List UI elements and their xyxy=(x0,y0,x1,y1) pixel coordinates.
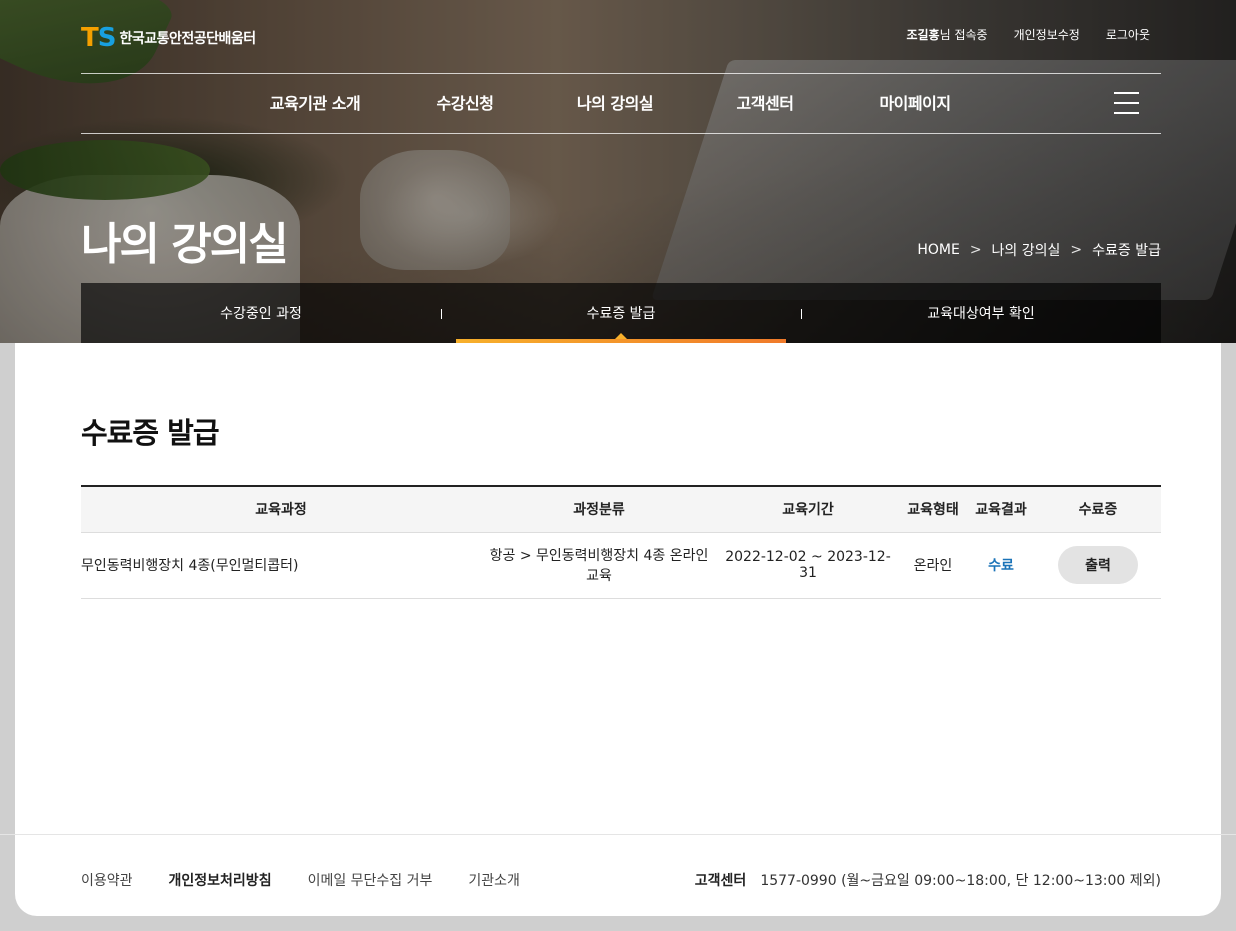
breadcrumb: HOME > 나의 강의실 > 수료증 발급 xyxy=(917,240,1161,260)
header-certificate: 수료증 xyxy=(1035,486,1161,533)
footer-privacy-link[interactable]: 개인정보처리방침 xyxy=(169,870,272,890)
header-result: 교육결과 xyxy=(967,486,1035,533)
hero-banner: TS 한국교통안전공단배움터 조길홍님 접속중 개인정보수정 로그아웃 교육기관… xyxy=(0,0,1236,343)
footer-email-refusal-link[interactable]: 이메일 무단수집 거부 xyxy=(308,870,433,890)
header-type: 교육형태 xyxy=(899,486,967,533)
footer-divider xyxy=(0,834,1236,835)
nav-item-support[interactable]: 고객센터 xyxy=(690,90,840,114)
nav-item-institution[interactable]: 교육기관 소개 xyxy=(240,90,390,114)
nav-divider xyxy=(81,73,1161,74)
main-nav: 교육기관 소개 수강신청 나의 강의실 고객센터 마이페이지 xyxy=(240,90,990,114)
user-status: 조길홍님 접속중 xyxy=(906,28,988,42)
header-course: 교육과정 xyxy=(81,486,481,533)
sub-tabs: 수강중인 과정 수료증 발급 교육대상여부 확인 xyxy=(81,283,1161,343)
breadcrumb-current: 수료증 발급 xyxy=(1092,243,1161,259)
logout-link[interactable]: 로그아웃 xyxy=(1106,26,1150,43)
hamburger-menu-icon[interactable] xyxy=(1114,92,1139,114)
table-row: 무인동력비행장치 4종(무인멀티콥터) 항공 > 무인동력비행장치 4종 온라인… xyxy=(81,532,1161,599)
breadcrumb-home[interactable]: HOME xyxy=(917,242,959,258)
cell-course: 무인동력비행장치 4종(무인멀티콥터) xyxy=(81,532,481,599)
page-title: 나의 강의실 xyxy=(81,219,289,270)
cell-action: 출력 xyxy=(1035,532,1161,599)
header-period: 교육기간 xyxy=(717,486,899,533)
cell-type: 온라인 xyxy=(899,532,967,599)
site-logo[interactable]: TS 한국교통안전공단배움터 xyxy=(81,25,256,51)
contact-label: 고객센터 xyxy=(694,873,747,889)
customer-center: 고객센터 1577-0990 (월~금요일 09:00~18:00, 단 12:… xyxy=(695,870,1161,890)
cell-period: 2022-12-02 ~ 2023-12-31 xyxy=(717,532,899,599)
footer-links: 이용약관 개인정보처리방침 이메일 무단수집 거부 기관소개 xyxy=(81,870,520,890)
tab-certificate[interactable]: 수료증 발급 xyxy=(441,283,801,343)
footer-about-link[interactable]: 기관소개 xyxy=(468,870,520,890)
footer-terms-link[interactable]: 이용약관 xyxy=(81,870,133,890)
breadcrumb-my-classroom[interactable]: 나의 강의실 xyxy=(992,240,1061,260)
table-header-row: 교육과정 과정분류 교육기간 교육형태 교육결과 수료증 xyxy=(81,486,1161,533)
print-certificate-button[interactable]: 출력 xyxy=(1058,546,1138,584)
org-name: 한국교통안전공단배움터 xyxy=(119,31,256,47)
utility-menu: 조길홍님 접속중 개인정보수정 로그아웃 xyxy=(906,26,1150,43)
active-tab-indicator-icon xyxy=(615,333,627,339)
nav-divider xyxy=(81,133,1161,134)
certificate-table: 교육과정 과정분류 교육기간 교육형태 교육결과 수료증 무인동력비행장치 4종… xyxy=(81,485,1161,599)
nav-item-mypage[interactable]: 마이페이지 xyxy=(840,90,990,114)
cell-result: 수료 xyxy=(967,532,1035,599)
nav-item-my-classroom[interactable]: 나의 강의실 xyxy=(540,90,690,114)
nav-item-enroll[interactable]: 수강신청 xyxy=(390,90,540,114)
header-category: 과정분류 xyxy=(481,486,717,533)
chevron-right-icon: > xyxy=(969,242,982,258)
tab-eligibility-check[interactable]: 교육대상여부 확인 xyxy=(801,283,1161,343)
tab-in-progress[interactable]: 수강중인 과정 xyxy=(81,283,441,343)
edit-profile-link[interactable]: 개인정보수정 xyxy=(1014,26,1080,43)
chevron-right-icon: > xyxy=(1070,242,1083,258)
ts-logo-icon: TS xyxy=(81,23,116,53)
contact-info: 1577-0990 (월~금요일 09:00~18:00, 단 12:00~13… xyxy=(760,873,1161,889)
section-title: 수료증 발급 xyxy=(81,416,219,450)
cell-category: 항공 > 무인동력비행장치 4종 온라인 교육 xyxy=(481,532,717,599)
